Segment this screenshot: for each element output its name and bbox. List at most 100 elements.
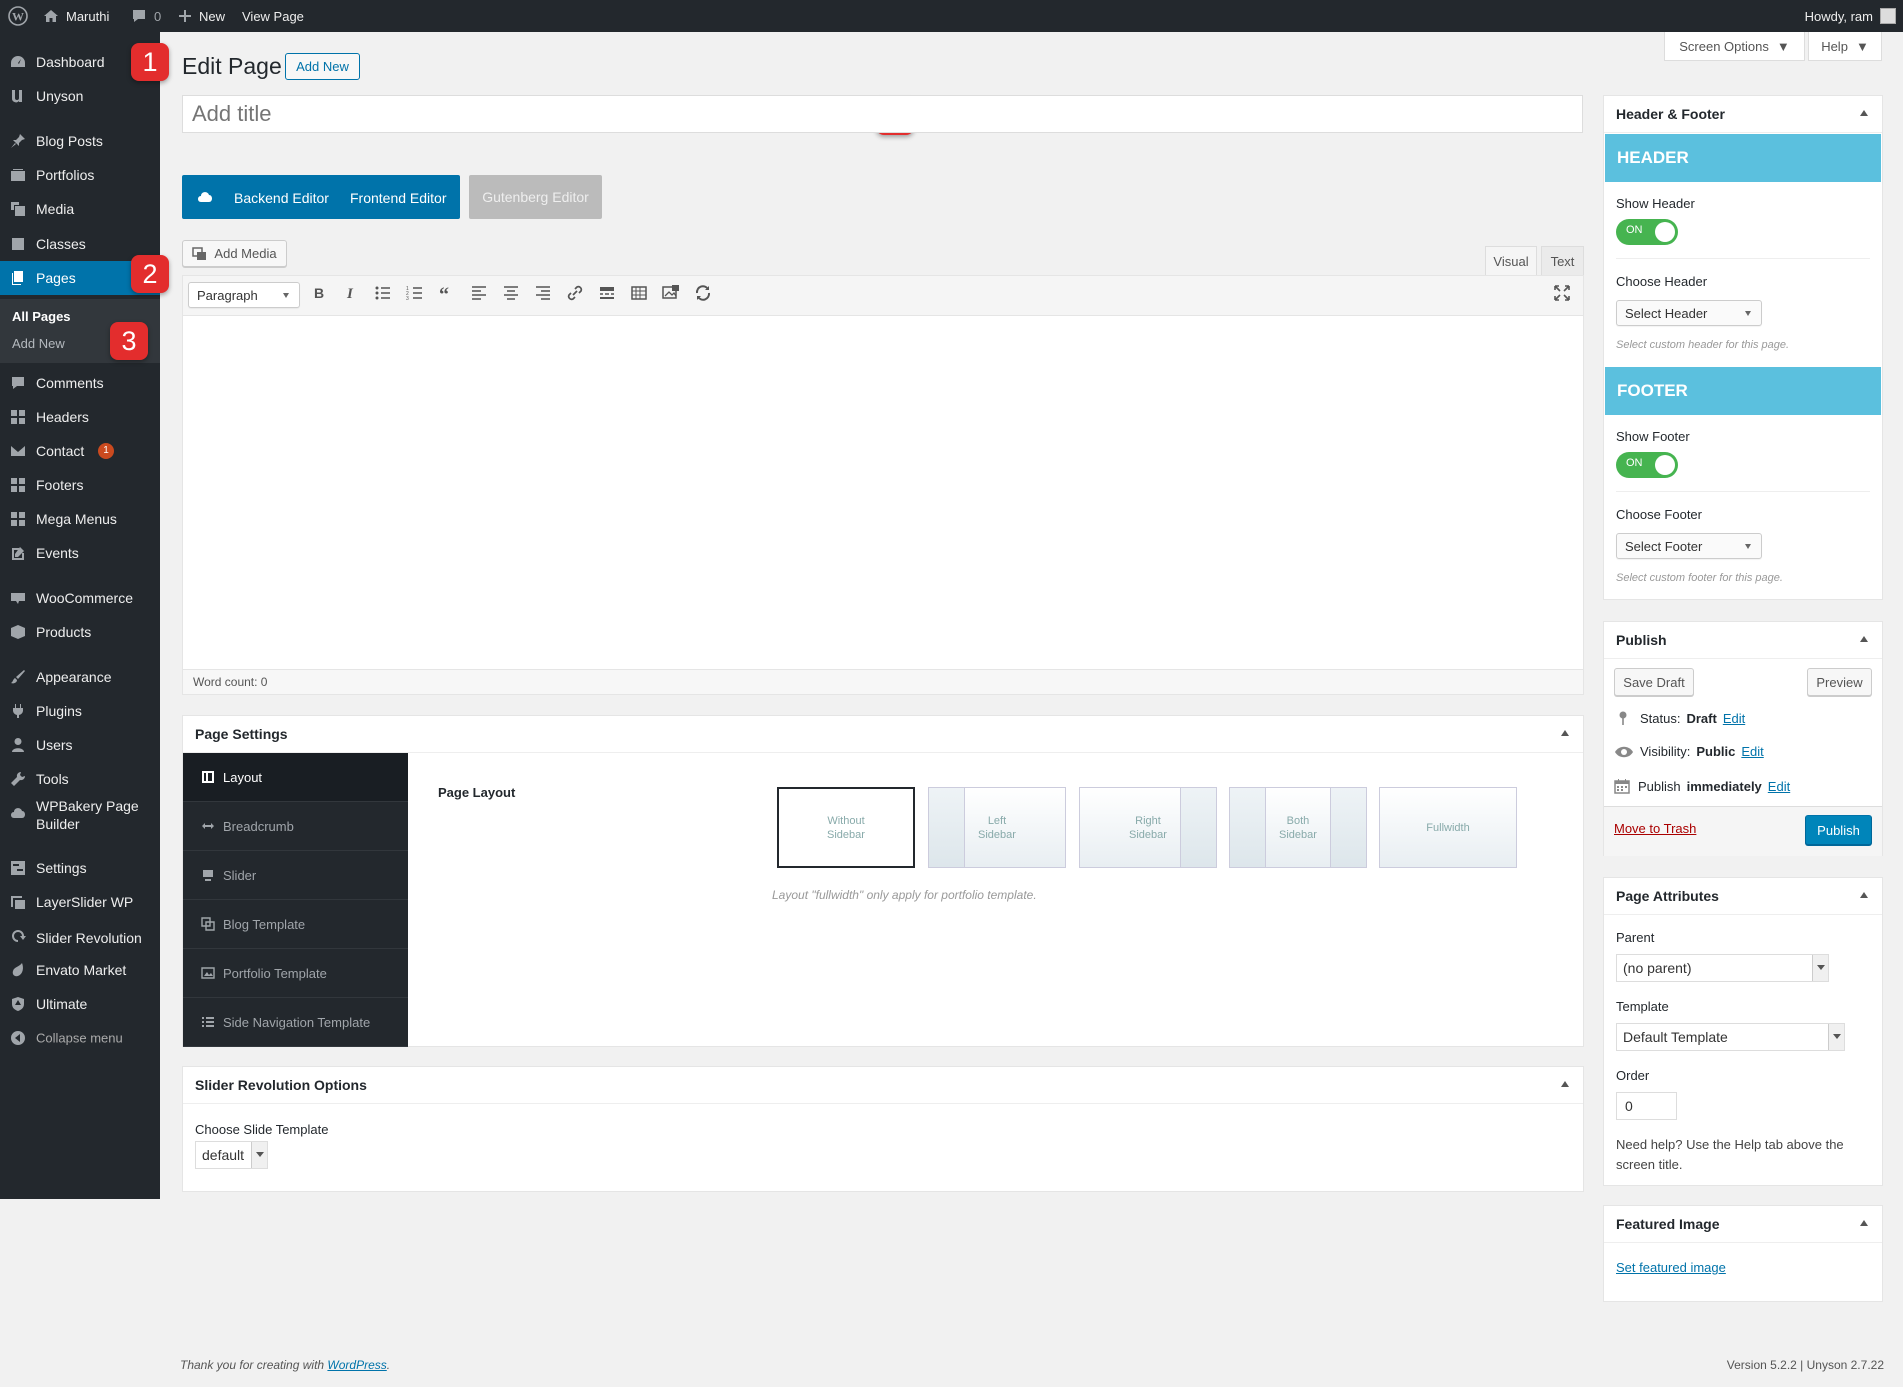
wordpress-link[interactable]: WordPress bbox=[327, 1358, 386, 1372]
layout-option-fullwidth[interactable]: Fullwidth bbox=[1379, 787, 1517, 868]
select-header-dropdown[interactable]: Select Header bbox=[1616, 300, 1762, 326]
align-left-icon[interactable] bbox=[470, 284, 488, 302]
help-button[interactable]: Help ▼ bbox=[1808, 32, 1882, 61]
bold-icon[interactable]: B bbox=[310, 284, 328, 302]
preview-button[interactable]: Preview bbox=[1807, 668, 1872, 696]
align-center-icon[interactable] bbox=[502, 284, 520, 302]
layout-option-without-sidebar[interactable]: Without Sidebar bbox=[777, 787, 915, 868]
page-settings-header[interactable]: Page Settings bbox=[183, 716, 1583, 753]
sidebar-item-portfolios[interactable]: Portfolios bbox=[0, 158, 160, 192]
sidebar-item-products[interactable]: Products bbox=[0, 615, 160, 649]
read-more-icon[interactable] bbox=[598, 284, 616, 302]
editor-content[interactable] bbox=[183, 316, 1583, 669]
order-input[interactable] bbox=[1616, 1092, 1677, 1120]
add-new-page-button[interactable]: Add New bbox=[285, 53, 360, 80]
frontend-editor-button[interactable]: Frontend Editor bbox=[350, 190, 447, 206]
format-select[interactable]: Paragraph bbox=[188, 282, 300, 308]
toggle-arrow-icon[interactable] bbox=[1860, 892, 1868, 898]
fullscreen-icon[interactable] bbox=[1553, 284, 1571, 302]
sidebar-item-label: Blog Posts bbox=[36, 133, 103, 149]
blockquote-icon[interactable]: “ bbox=[438, 284, 456, 302]
save-draft-button[interactable]: Save Draft bbox=[1614, 668, 1694, 696]
header-footer-header[interactable]: Header & Footer bbox=[1604, 96, 1882, 133]
toggle-arrow-icon[interactable] bbox=[1860, 1220, 1868, 1226]
toggle-arrow-icon[interactable] bbox=[1561, 730, 1569, 736]
show-footer-toggle[interactable]: ON bbox=[1616, 452, 1678, 478]
tab-portfolio-template[interactable]: Portfolio Template bbox=[183, 949, 408, 998]
sidebar-item-media[interactable]: Media bbox=[0, 192, 160, 226]
publish-button[interactable]: Publish bbox=[1805, 815, 1872, 845]
sidebar-item-settings[interactable]: Settings bbox=[0, 851, 160, 885]
tab-text[interactable]: Text bbox=[1541, 246, 1584, 275]
sidebar-item-slider-revolution[interactable]: Slider Revolution bbox=[0, 919, 160, 957]
toggle-arrow-icon[interactable] bbox=[1860, 636, 1868, 642]
sidebar-item-ultimate[interactable]: Ultimate bbox=[0, 987, 160, 1021]
collapse-menu-button[interactable]: Collapse menu bbox=[0, 1021, 160, 1055]
sidebar-item-comments[interactable]: Comments bbox=[0, 366, 160, 400]
sidebar-item-footers[interactable]: Footers bbox=[0, 468, 160, 502]
gutenberg-editor-button[interactable]: Gutenberg Editor bbox=[469, 175, 602, 219]
sidebar-item-users[interactable]: Users bbox=[0, 728, 160, 762]
view-page-link[interactable]: View Page bbox=[242, 0, 304, 32]
set-featured-image-link[interactable]: Set featured image bbox=[1616, 1260, 1726, 1275]
toggle-arrow-icon[interactable] bbox=[1860, 110, 1868, 116]
annotation-marker-3: 3 bbox=[110, 322, 148, 360]
submenu-add-new[interactable]: Add New bbox=[12, 336, 65, 351]
slider-revolution-header[interactable]: Slider Revolution Options bbox=[183, 1067, 1583, 1104]
sidebar-item-mega-menus[interactable]: Mega Menus bbox=[0, 502, 160, 536]
sidebar-item-headers[interactable]: Headers bbox=[0, 400, 160, 434]
select-footer-dropdown[interactable]: Select Footer bbox=[1616, 533, 1762, 559]
edit-visibility-link[interactable]: Edit bbox=[1741, 744, 1763, 759]
insert-image-icon[interactable] bbox=[662, 284, 680, 302]
sidebar-item-woocommerce[interactable]: WooCommerce bbox=[0, 581, 160, 615]
align-right-icon[interactable] bbox=[534, 284, 552, 302]
move-to-trash-link[interactable]: Move to Trash bbox=[1614, 821, 1696, 836]
show-header-toggle[interactable]: ON bbox=[1616, 219, 1678, 245]
tab-blog-template[interactable]: Blog Template bbox=[183, 900, 408, 949]
add-media-button[interactable]: Add Media bbox=[182, 240, 287, 267]
layout-option-left-sidebar[interactable]: Left Sidebar bbox=[928, 787, 1066, 868]
toggle-arrow-icon[interactable] bbox=[1561, 1081, 1569, 1087]
sidebar-item-unyson[interactable]: Unyson bbox=[0, 79, 160, 113]
sidebar-item-layerslider-wp[interactable]: LayerSlider WP bbox=[0, 885, 160, 919]
tab-visual[interactable]: Visual bbox=[1485, 246, 1537, 275]
tab-slider[interactable]: Slider bbox=[183, 851, 408, 900]
screen-options-button[interactable]: Screen Options ▼ bbox=[1664, 32, 1805, 61]
sidebar-item-tools[interactable]: Tools bbox=[0, 762, 160, 796]
parent-select[interactable]: (no parent) bbox=[1616, 954, 1829, 982]
toolbar-toggle-icon[interactable] bbox=[630, 284, 648, 302]
numbered-list-icon[interactable]: 123 bbox=[406, 284, 424, 302]
bullet-list-icon[interactable] bbox=[374, 284, 392, 302]
edit-publish-time-link[interactable]: Edit bbox=[1768, 779, 1790, 794]
publish-header[interactable]: Publish bbox=[1604, 622, 1882, 659]
sidebar-item-wpbakery-page-builder[interactable]: WPBakery Page Builder bbox=[0, 796, 160, 834]
sidebar-item-contact[interactable]: Contact 1 bbox=[0, 434, 160, 468]
wordpress-logo-icon[interactable]: W bbox=[8, 0, 28, 32]
featured-image-header[interactable]: Featured Image bbox=[1604, 1206, 1882, 1243]
link-icon[interactable] bbox=[566, 284, 584, 302]
sidebar-item-plugins[interactable]: Plugins bbox=[0, 694, 160, 728]
title-input[interactable] bbox=[182, 95, 1583, 133]
comments-link[interactable]: 0 bbox=[131, 0, 161, 32]
tab-breadcrumb[interactable]: Breadcrumb bbox=[183, 802, 408, 851]
tab-side-navigation-template[interactable]: Side Navigation Template bbox=[183, 998, 408, 1047]
slide-template-select[interactable]: default bbox=[195, 1141, 268, 1169]
italic-icon[interactable]: I bbox=[342, 284, 360, 302]
tab-layout[interactable]: Layout bbox=[183, 753, 408, 802]
sidebar-item-blog-posts[interactable]: Blog Posts bbox=[0, 124, 160, 158]
layout-option-both-sidebar[interactable]: Both Sidebar bbox=[1229, 787, 1367, 868]
submenu-all-pages[interactable]: All Pages bbox=[12, 309, 71, 324]
template-select[interactable]: Default Template bbox=[1616, 1023, 1845, 1051]
sidebar-item-events[interactable]: Events bbox=[0, 536, 160, 570]
site-name-link[interactable]: Maruthi bbox=[43, 0, 109, 32]
layout-option-right-sidebar[interactable]: Right Sidebar bbox=[1079, 787, 1217, 868]
sidebar-item-envato-market[interactable]: Envato Market bbox=[0, 953, 160, 987]
edit-status-link[interactable]: Edit bbox=[1723, 711, 1745, 726]
account-menu[interactable]: Howdy, ram bbox=[1805, 0, 1896, 32]
list-icon bbox=[202, 1017, 214, 1027]
backend-editor-button[interactable]: Backend Editor bbox=[234, 190, 329, 206]
sidebar-item-appearance[interactable]: Appearance bbox=[0, 660, 160, 694]
new-content-link[interactable]: New bbox=[178, 0, 225, 32]
refresh-icon[interactable] bbox=[694, 284, 712, 302]
page-attributes-header[interactable]: Page Attributes bbox=[1604, 878, 1882, 915]
